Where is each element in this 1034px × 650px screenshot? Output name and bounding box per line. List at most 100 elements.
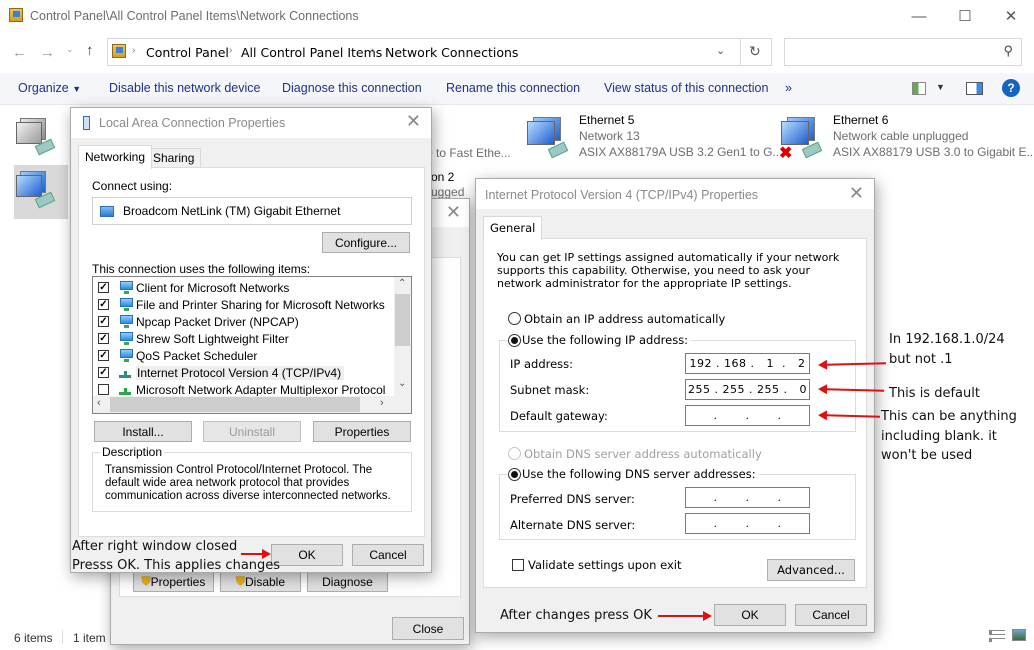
disable-device-button[interactable]: Disable this network device <box>109 81 260 95</box>
refresh-icon[interactable]: ↻ <box>749 43 761 60</box>
diagnose-connection-button[interactable]: Diagnose this connection <box>282 81 422 95</box>
validate-checkbox[interactable] <box>512 559 524 571</box>
ipv4-ok-button[interactable]: OK <box>714 604 786 626</box>
lac-close-icon[interactable]: ✕ <box>406 111 421 132</box>
obtain-dns-auto-radio[interactable] <box>508 447 521 460</box>
back-icon[interactable]: ← <box>12 44 27 61</box>
component-list-item[interactable]: ✓ Internet Protocol Version 4 (TCP/IPv4) <box>98 364 345 381</box>
connection-item-selected[interactable] <box>14 165 68 219</box>
install-button[interactable]: Install... <box>94 421 192 442</box>
hscroll-thumb[interactable] <box>110 397 360 412</box>
component-checkbox[interactable]: ✓ <box>98 333 109 344</box>
description-legend: Description <box>100 445 165 459</box>
ip-address-field[interactable]: 192 . 168 . 1 . 2 <box>685 353 810 374</box>
minimize-button[interactable]: — <box>896 0 942 32</box>
component-checkbox[interactable]: ✓ <box>98 316 109 327</box>
adapter-icon <box>100 206 114 217</box>
component-list-item[interactable]: ✓ QoS Packet Scheduler <box>98 347 257 364</box>
scroll-up-icon[interactable]: ⌃ <box>398 278 406 289</box>
details-view-icon[interactable] <box>989 630 1005 642</box>
use-following-ip-label[interactable]: Use the following IP address: <box>522 333 692 347</box>
gateway-note-line-1: This can be anything <box>881 409 1017 424</box>
connection-ethernet-5[interactable]: Ethernet 5 Network 13 ASIX AX88179A USB … <box>525 113 782 169</box>
subnet-mask-field[interactable]: 255 . 255 . 255 . 0 <box>685 379 810 400</box>
preview-pane-icon[interactable] <box>966 82 983 95</box>
obtain-ip-auto-radio[interactable] <box>508 312 521 325</box>
tab-networking[interactable]: Networking <box>78 145 153 169</box>
breadcrumb-control-panel[interactable]: Control Panel <box>146 45 229 60</box>
scroll-thumb[interactable] <box>395 294 410 346</box>
components-list[interactable]: ✓ Client for Microsoft Networks ✓ File and … <box>92 276 412 414</box>
component-checkbox[interactable]: ✓ <box>98 350 109 361</box>
connection-device: ASIX AX88179A USB 3.2 Gen1 to G... <box>579 145 783 159</box>
status-diagnose-button[interactable]: Diagnose <box>307 571 388 592</box>
component-list-item[interactable]: ✓ Shrew Soft Lightweight Filter <box>98 330 289 347</box>
scroll-down-icon[interactable]: ⌄ <box>398 378 406 389</box>
ipv4-cancel-button[interactable]: Cancel <box>795 604 867 626</box>
help-icon[interactable]: ? <box>1002 79 1020 97</box>
subnet-mask-label: Subnet mask: <box>510 383 590 397</box>
component-list-item[interactable]: ✓ File and Printer Sharing for Microsoft … <box>98 296 385 313</box>
scroll-left-icon[interactable]: ‹ <box>97 397 101 409</box>
obtain-ip-auto-label[interactable]: Obtain an IP address automatically <box>524 312 725 326</box>
networking-panel: Connect using: Broadcom NetLink (TM) Gig… <box>78 167 425 537</box>
configure-button[interactable]: Configure... <box>322 232 410 253</box>
breadcrumb-network-connections[interactable]: Network Connections <box>385 45 518 60</box>
item-count: 6 items <box>14 631 53 645</box>
change-view-icon[interactable] <box>912 82 926 95</box>
breadcrumb-all-items[interactable]: All Control Panel Items <box>241 45 382 60</box>
lac-ok-button[interactable]: OK <box>271 544 343 566</box>
scroll-right-icon[interactable]: › <box>380 397 384 409</box>
up-icon[interactable]: ↑ <box>86 42 94 59</box>
status-close-button[interactable]: Close <box>392 617 464 640</box>
connection-item-1[interactable] <box>14 112 66 164</box>
rename-connection-button[interactable]: Rename this connection <box>446 81 580 95</box>
list-horizontal-scrollbar[interactable]: ‹ › <box>93 396 411 413</box>
component-properties-button[interactable]: Properties <box>313 421 411 442</box>
lac-cancel-button[interactable]: Cancel <box>352 544 424 566</box>
general-panel: You can get IP settings assigned automat… <box>483 238 867 588</box>
use-following-ip-radio[interactable] <box>508 334 521 347</box>
connection-ethernet-6[interactable]: ✖ Ethernet 6 Network cable unplugged ASI… <box>779 113 1034 169</box>
use-following-dns-radio[interactable] <box>508 468 521 481</box>
obtain-dns-auto-label[interactable]: Obtain DNS server address automatically <box>524 447 762 461</box>
status-dialog-close-icon[interactable]: ✕ <box>446 202 461 223</box>
view-status-button[interactable]: View status of this connection <box>604 81 768 95</box>
address-bar[interactable]: › Control Panel › All Control Panel Item… <box>107 38 772 66</box>
advanced-button[interactable]: Advanced... <box>767 559 855 581</box>
recent-chevron-icon[interactable]: ⌄ <box>66 44 74 55</box>
default-gateway-field[interactable]: . . . <box>685 405 810 426</box>
list-vertical-scrollbar[interactable]: ⌃ ⌄ <box>394 277 411 396</box>
maximize-button[interactable]: ☐ <box>942 0 988 32</box>
component-list-item[interactable]: ✓ Client for Microsoft Networks <box>98 279 289 296</box>
component-checkbox[interactable]: ✓ <box>98 282 109 293</box>
component-checkbox[interactable]: ✓ <box>98 299 109 310</box>
preferred-dns-field[interactable]: . . . <box>685 487 810 508</box>
more-commands-button[interactable]: » <box>785 81 792 95</box>
validate-label[interactable]: Validate settings upon exit <box>528 558 681 572</box>
component-list-item[interactable]: ✓ Npcap Packet Driver (NPCAP) <box>98 313 299 330</box>
connection-device: ASIX AX88179 USB 3.0 to Gigabit E... <box>833 145 1034 159</box>
lac-properties-dialog: Local Area Connection Properties ✕ Netwo… <box>70 107 432 573</box>
network-service-icon <box>117 297 133 312</box>
view-dropdown-icon[interactable]: ▼ <box>936 82 945 92</box>
tab-general[interactable]: General <box>483 216 543 240</box>
status-properties-button[interactable]: ⛊ Properties <box>133 571 214 592</box>
uninstall-button[interactable]: Uninstall <box>203 421 301 442</box>
status-disable-button[interactable]: ⛊ Disable <box>220 571 301 592</box>
search-input[interactable]: ⚲ <box>784 38 1022 66</box>
tab-sharing[interactable]: Sharing <box>146 148 202 168</box>
annotation-arrow-right-ok <box>658 611 712 621</box>
alternate-dns-field[interactable]: . . . <box>685 513 810 534</box>
component-checkbox[interactable] <box>98 384 109 395</box>
address-dropdown-icon[interactable]: ⌄ <box>716 44 725 57</box>
large-icons-view-icon[interactable] <box>1012 629 1026 641</box>
ipv4-close-icon[interactable]: ✕ <box>849 183 864 204</box>
use-following-dns-label[interactable]: Use the following DNS server addresses: <box>522 467 759 481</box>
close-button[interactable]: ✕ <box>988 0 1034 32</box>
connection-status: Network cable unplugged <box>833 129 969 143</box>
component-label: Shrew Soft Lightweight Filter <box>136 331 289 346</box>
forward-icon[interactable]: → <box>40 44 55 61</box>
component-checkbox[interactable]: ✓ <box>98 367 109 378</box>
organize-menu[interactable]: Organize ▼ <box>18 81 81 95</box>
